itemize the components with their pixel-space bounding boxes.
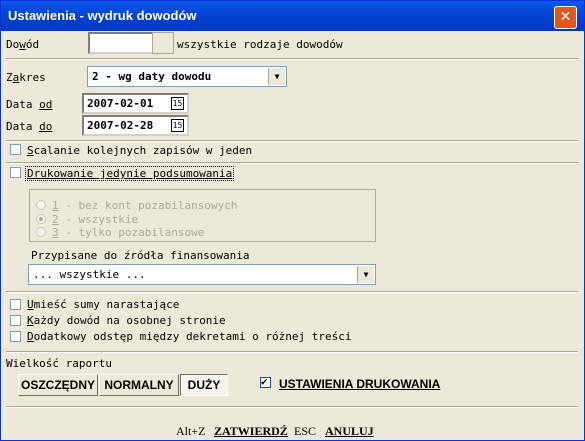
radio-tylko-label[interactable]: 3 - tylko pozabilansowe (52, 226, 204, 239)
divider (6, 291, 578, 293)
dowod-label: Dowód (6, 38, 40, 51)
close-icon: ✕ (559, 9, 572, 25)
zrodla-select[interactable]: ... wszystkie ... ▼ (28, 264, 376, 285)
divider (6, 351, 578, 353)
dowod-picker-button[interactable] (152, 32, 174, 54)
chevron-down-icon[interactable]: ▼ (268, 68, 285, 85)
zakres-select[interactable]: 2 - wg daty dowodu ▼ (87, 66, 287, 87)
odstep-label[interactable]: Dodatkowy odstęp między dekretami o różn… (27, 330, 352, 343)
calendar-icon[interactable]: 15 (171, 97, 184, 110)
close-button[interactable]: ✕ (554, 6, 577, 29)
size-normalny-button[interactable]: NORMALNY (99, 374, 179, 396)
osobna-strona-label[interactable]: Każdy dowód na osobnej stronie (27, 314, 226, 327)
zakres-label: Zakres (6, 71, 46, 84)
dowod-hint: wszystkie rodzaje dowodów (177, 38, 343, 51)
window-title: Ustawienia - wydruk dowodów (8, 8, 197, 23)
zakres-value: 2 - wg daty dowodu (92, 70, 212, 83)
confirm-shortcut: Alt+Z (176, 424, 206, 438)
data-od-field[interactable]: 2007-02-01 15 (82, 93, 189, 114)
data-od-label: Data od (6, 98, 53, 111)
divider (6, 162, 578, 164)
print-settings-checkbox[interactable] (260, 375, 271, 388)
size-duzy-button[interactable]: DUŻY (180, 374, 228, 396)
divider (6, 140, 578, 142)
zrodla-label: Przypisane do źródła finansowania (31, 249, 250, 262)
confirm-button[interactable]: ZATWIERDŹ (214, 424, 288, 439)
dowod-input[interactable] (88, 32, 154, 54)
calendar-icon[interactable]: 15 (171, 119, 184, 132)
radio-wszystkie[interactable] (36, 214, 46, 224)
raport-label: Wielkość raportu (6, 357, 112, 370)
data-od-value: 2007-02-01 (87, 97, 154, 110)
scalanie-checkbox[interactable] (10, 144, 21, 155)
radio-bez-kont-label[interactable]: 1 - bez kont pozabilansowych (52, 199, 237, 212)
title-bar[interactable]: Ustawienia - wydruk dowodów ✕ (1, 1, 584, 31)
podsumowanie-checkbox[interactable] (10, 167, 21, 178)
divider (6, 406, 578, 408)
zrodla-value: ... wszystkie ... (33, 268, 146, 281)
podsumowanie-label[interactable]: Drukowanie jedynie podsumowania (25, 166, 235, 181)
data-do-label: Data do (6, 120, 53, 133)
chevron-down-icon[interactable]: ▼ (357, 266, 374, 283)
size-oszczedny-button[interactable]: OSZCZĘDNY (18, 374, 98, 396)
sumy-checkbox[interactable] (10, 299, 21, 310)
divider (6, 58, 578, 60)
settings-window: Ustawienia - wydruk dowodów ✕ Dowód wszy… (0, 0, 585, 441)
sumy-label[interactable]: Umieść sumy narastające (27, 298, 179, 311)
print-settings-label[interactable]: USTAWIENIA DRUKOWANIA (279, 377, 440, 391)
radio-tylko[interactable] (36, 227, 46, 237)
radio-wszystkie-label[interactable]: 2 - wszystkie (52, 213, 138, 226)
cancel-button[interactable]: ANULUJ (325, 424, 374, 439)
data-do-field[interactable]: 2007-02-28 15 (82, 115, 189, 136)
osobna-strona-checkbox[interactable] (10, 315, 21, 326)
data-do-value: 2007-02-28 (87, 119, 154, 132)
cancel-shortcut: ESC (294, 424, 317, 438)
odstep-checkbox[interactable] (10, 331, 21, 342)
radio-bez-kont[interactable] (36, 200, 46, 210)
scalanie-label[interactable]: Scalanie kolejnych zapisów w jeden (27, 144, 252, 157)
